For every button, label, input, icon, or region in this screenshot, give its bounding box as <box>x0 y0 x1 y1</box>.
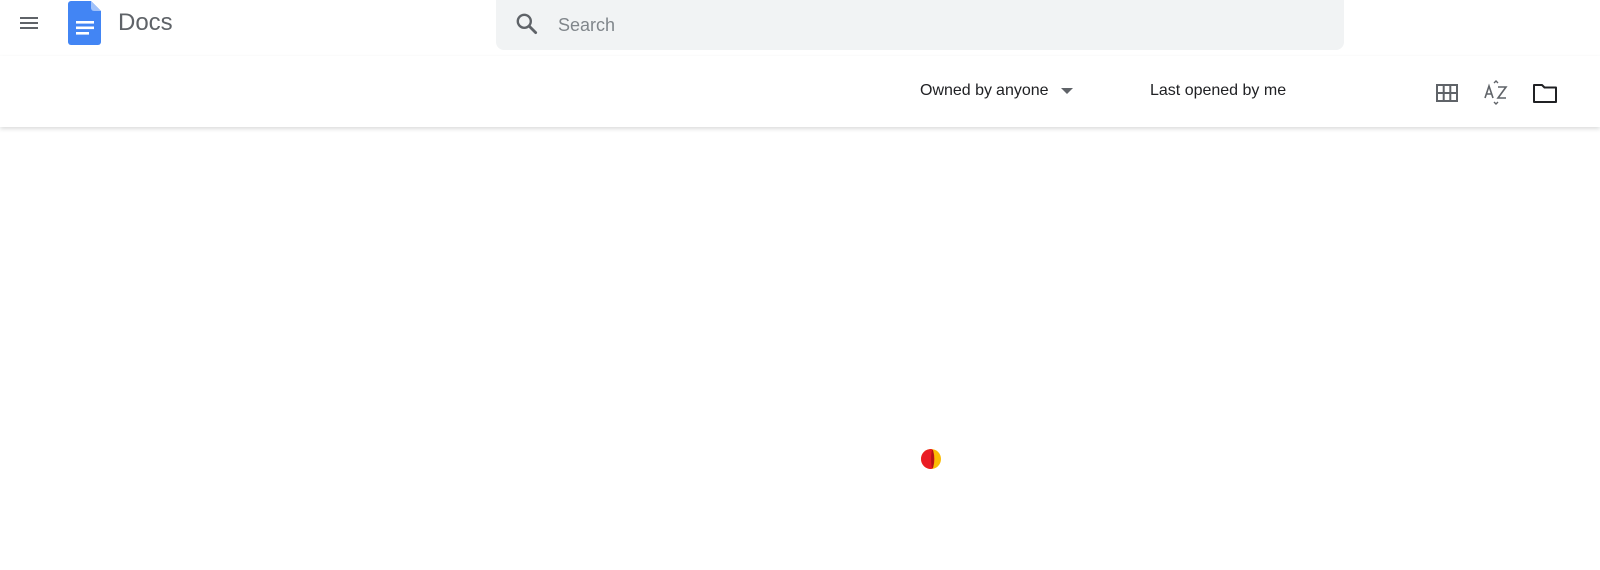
grid-view-button[interactable] <box>1432 78 1462 108</box>
search-input[interactable] <box>556 8 1320 42</box>
search-icon[interactable] <box>514 11 540 37</box>
docs-logo-icon <box>68 1 101 45</box>
hamburger-menu-icon <box>20 17 38 29</box>
sort-az-icon <box>1484 80 1508 105</box>
sort-by-button[interactable]: Last opened by me <box>1150 82 1286 100</box>
grid-view-icon <box>1436 84 1458 102</box>
loading-spinner-icon <box>921 449 941 469</box>
owner-filter-dropdown[interactable]: Owned by anyone <box>920 82 1073 100</box>
document-list-toolbar: Owned by anyone Last opened by me <box>0 56 1600 127</box>
open-file-picker-button[interactable] <box>1530 78 1560 108</box>
app-title[interactable]: Docs <box>118 7 173 39</box>
docs-logo[interactable] <box>68 1 102 45</box>
sort-options-button[interactable] <box>1481 78 1511 108</box>
main-menu-button[interactable] <box>12 6 46 40</box>
dropdown-caret-icon <box>1060 88 1073 94</box>
owner-filter-prefix: Owned by <box>920 82 993 99</box>
owner-filter-value: anyone <box>996 82 1049 99</box>
search-bar[interactable] <box>496 0 1344 50</box>
top-app-bar: Docs <box>0 0 1600 56</box>
folder-icon <box>1533 84 1557 103</box>
